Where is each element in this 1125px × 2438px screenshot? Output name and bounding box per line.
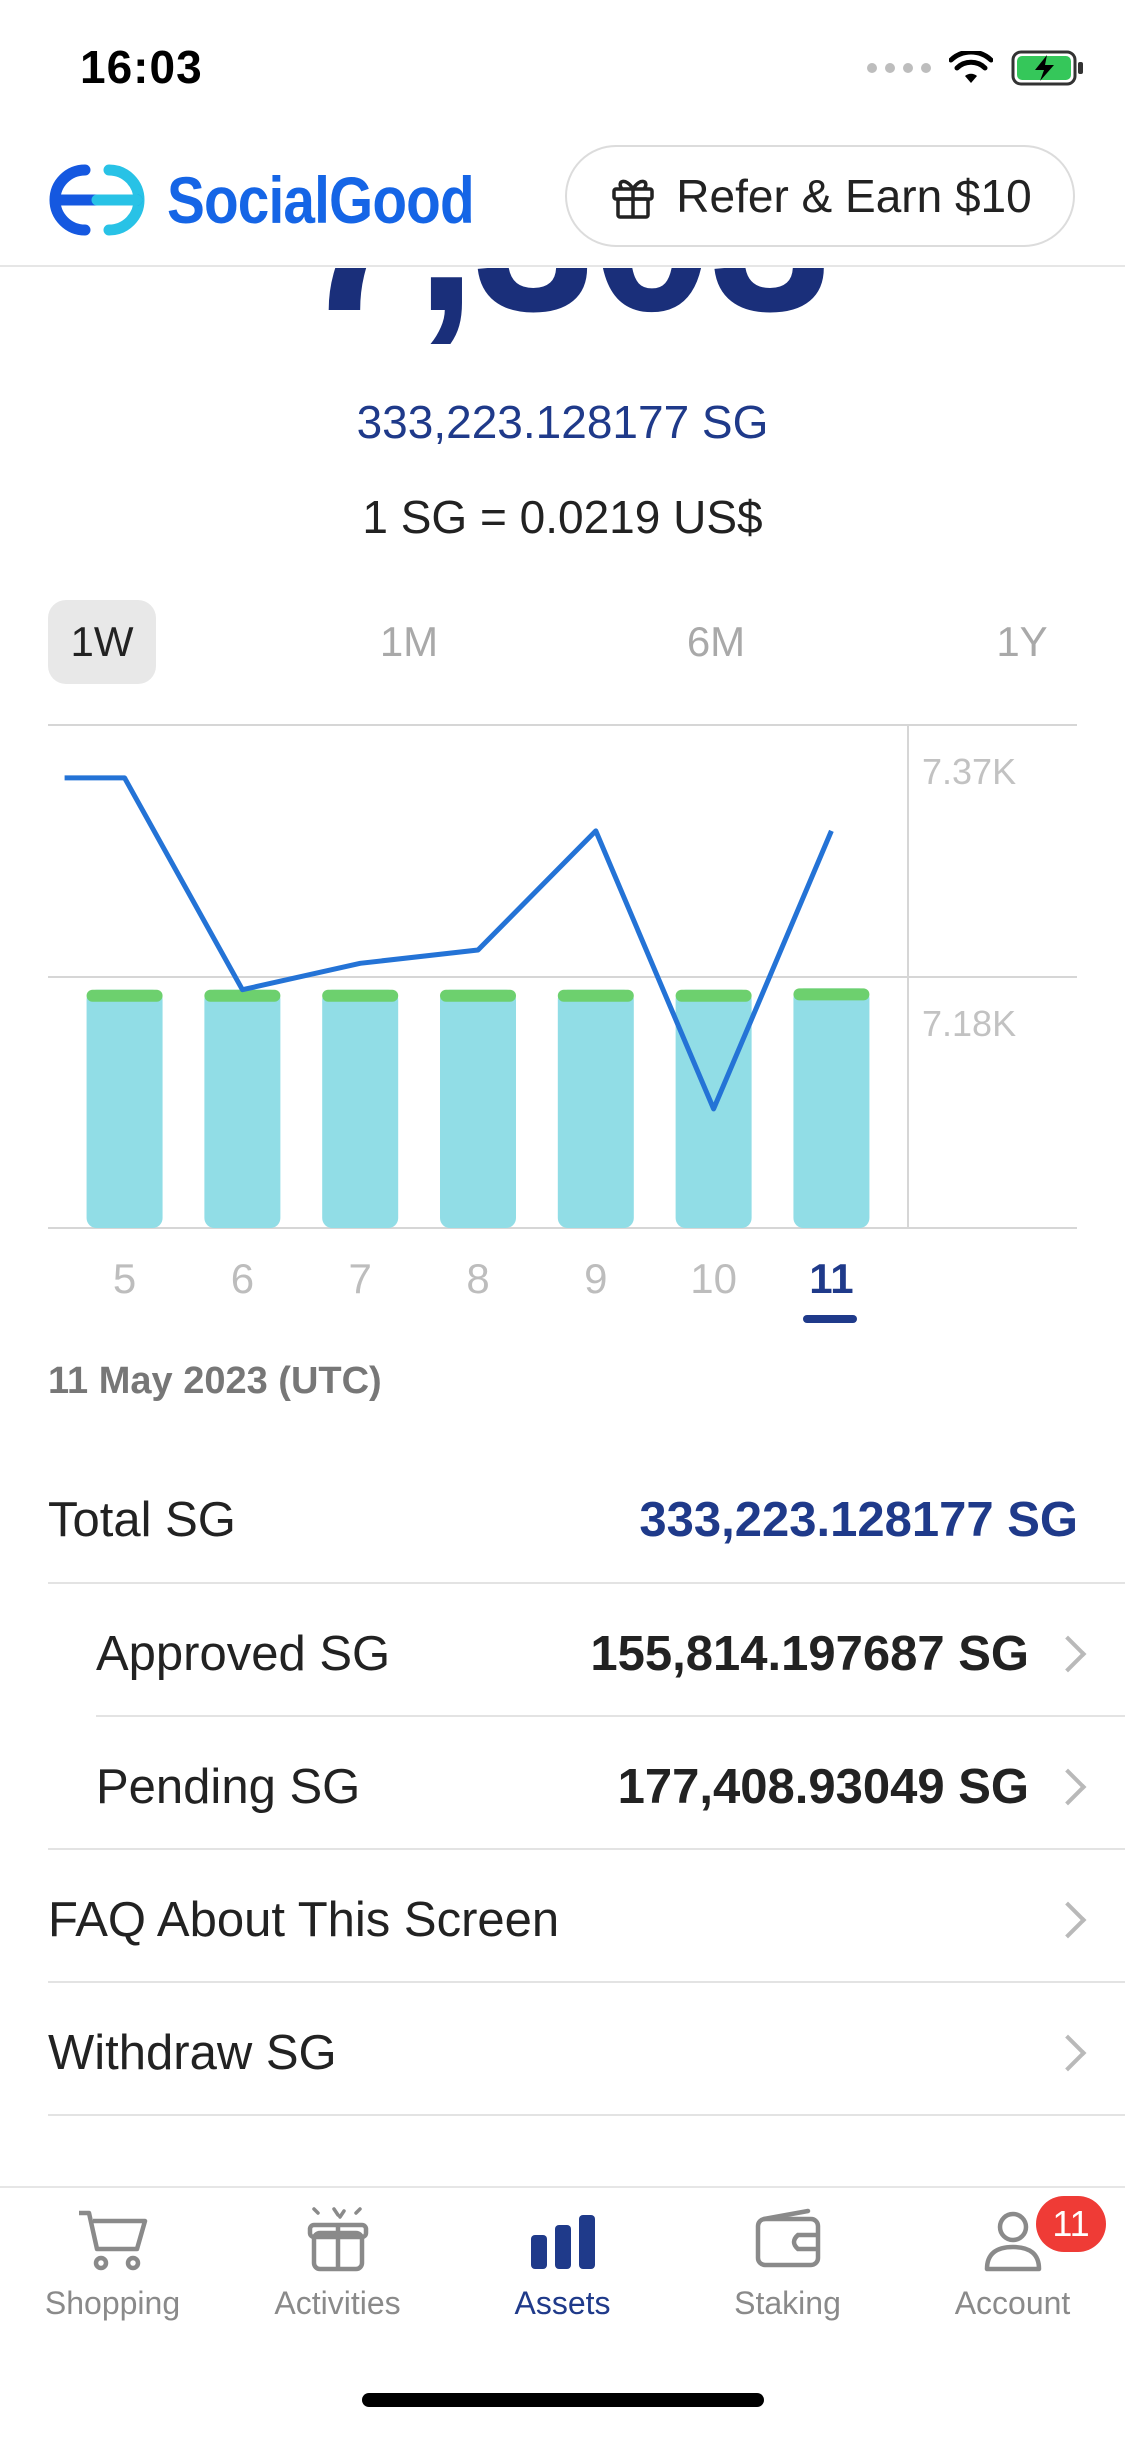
nav-label: Account — [954, 2285, 1071, 2321]
divider — [48, 1582, 1125, 1584]
nav-label: Staking — [734, 2285, 841, 2321]
divider — [96, 1715, 1125, 1717]
withdraw-row[interactable]: Withdraw SG — [48, 2013, 1087, 2093]
x-tick-label[interactable]: 5 — [113, 1255, 136, 1302]
gift-box-icon — [307, 2207, 368, 2272]
tab-1w[interactable]: 1W — [48, 600, 156, 684]
wallet-icon — [755, 2208, 820, 2268]
nav-label: Shopping — [44, 2285, 181, 2321]
divider — [48, 1981, 1125, 1983]
socialgood-logo-icon — [49, 164, 145, 236]
battery-charging-icon — [1011, 50, 1083, 86]
home-indicator — [362, 2393, 764, 2407]
nav-activities[interactable]: Activities — [225, 2205, 450, 2322]
chart-bar-cap — [86, 989, 163, 1002]
total-sg-value: 333,223.128177 SG — [639, 1493, 1078, 1547]
x-tick-label[interactable]: 10 — [690, 1255, 737, 1302]
x-tick-label[interactable]: 11 — [809, 1255, 853, 1302]
cart-icon — [78, 2210, 147, 2271]
x-tick-label[interactable]: 6 — [231, 1255, 254, 1302]
exchange-rate: 1 SG = 0.0219 US$ — [362, 491, 763, 543]
approved-sg-row[interactable]: Approved SG 155,814.197687 SG — [96, 1614, 1087, 1694]
x-tick-label[interactable]: 8 — [466, 1255, 489, 1302]
brand-name: SocialGood — [167, 163, 475, 237]
tab-1m[interactable]: 1M — [355, 600, 463, 684]
nav-assets[interactable]: Assets — [450, 2205, 675, 2322]
approved-sg-value: 155,814.197687 SG — [590, 1627, 1029, 1681]
x-tick-label[interactable]: 9 — [584, 1255, 607, 1302]
divider — [48, 1848, 1125, 1850]
chart-bar[interactable] — [86, 989, 163, 1228]
chart-bar-cap — [322, 989, 399, 1002]
total-sg-row: Total SG 333,223.128177 SG — [48, 1480, 1078, 1560]
nav-label: Assets — [514, 2285, 611, 2321]
chart-bar-cap — [557, 989, 634, 1002]
chart-bar[interactable] — [440, 989, 516, 1228]
refer-and-earn-button[interactable]: Refer & Earn $10 — [565, 145, 1075, 247]
chart-bar[interactable] — [322, 989, 399, 1228]
snapshot-date: 11 May 2023 (UTC) — [48, 1360, 382, 1402]
balance-fiat-value: 7,303 — [0, 268, 1125, 358]
withdraw-label: Withdraw SG — [48, 2026, 337, 2080]
account-notification-badge: 11 — [1036, 2196, 1106, 2252]
balance-value-container: 7,303 — [0, 268, 1125, 358]
chevron-right-icon — [1049, 1635, 1087, 1673]
brand-logo: SocialGood — [45, 160, 524, 240]
selected-day-indicator — [803, 1315, 857, 1323]
chevron-right-icon — [1049, 2034, 1087, 2072]
faq-row[interactable]: FAQ About This Screen — [48, 1880, 1087, 1960]
chart-bar-cap — [793, 988, 870, 1001]
total-sg-label: Total SG — [48, 1493, 236, 1547]
status-icons — [867, 50, 1085, 86]
chart-bar[interactable] — [204, 989, 281, 1228]
chevron-right-icon — [1049, 1768, 1087, 1806]
nav-shopping[interactable]: Shopping — [0, 2205, 225, 2322]
signal-dots-icon — [867, 63, 931, 73]
divider — [48, 2114, 1125, 2116]
faq-label: FAQ About This Screen — [48, 1893, 560, 1947]
chart-bar-cap — [440, 989, 516, 1002]
chart-bar[interactable] — [793, 988, 870, 1228]
chart-bar-cap — [675, 989, 752, 1002]
nav-label: Activities — [274, 2285, 401, 2321]
pending-sg-label: Pending SG — [96, 1760, 361, 1814]
balance-sg-amount: 333,223.128177 SG — [356, 396, 769, 448]
y-tick-label: 7.37K — [922, 751, 1016, 792]
status-time: 16:03 — [80, 41, 203, 93]
chevron-right-icon — [1049, 1901, 1087, 1939]
nav-staking[interactable]: Staking — [675, 2205, 900, 2322]
chart-bar[interactable] — [557, 989, 634, 1228]
gift-icon — [612, 179, 655, 219]
asset-history-chart[interactable]: 7.37K 7.18K 5 6 7 8 9 10 11 — [0, 700, 1125, 1340]
bar-chart-icon — [530, 2215, 595, 2269]
refer-button-label: Refer & Earn $10 — [676, 170, 1032, 222]
tab-6m[interactable]: 6M — [662, 600, 770, 684]
pending-sg-value: 177,408.93049 SG — [617, 1760, 1029, 1814]
tab-1y[interactable]: 1Y — [968, 600, 1076, 684]
y-tick-label: 7.18K — [922, 1003, 1016, 1044]
pending-sg-row[interactable]: Pending SG 177,408.93049 SG — [96, 1747, 1087, 1827]
wifi-icon — [949, 51, 993, 83]
approved-sg-label: Approved SG — [96, 1627, 391, 1681]
x-tick-label[interactable]: 7 — [349, 1255, 372, 1302]
